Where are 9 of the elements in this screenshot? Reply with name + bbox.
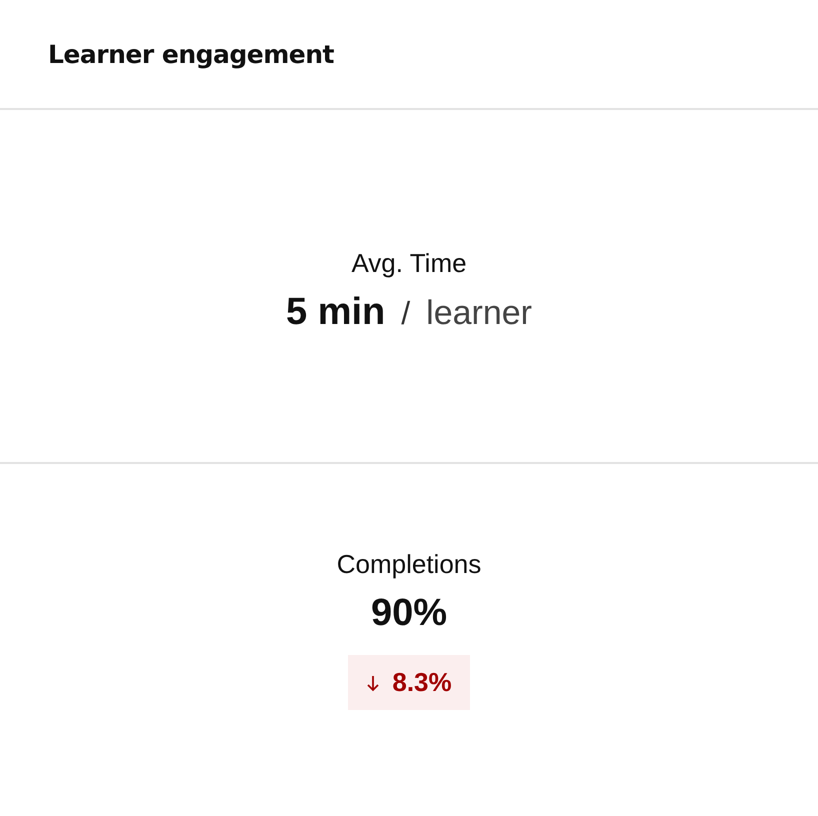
metric-unit: learner <box>426 294 532 333</box>
trend-badge: 8.3% <box>348 655 470 710</box>
metric-value: 90% <box>370 592 448 635</box>
separator: / <box>401 295 410 332</box>
card-title: Learner engagement <box>48 40 334 68</box>
arrow-icon <box>366 674 380 692</box>
metric-value: 5 min <box>286 291 386 334</box>
metric-label: Completions <box>336 549 482 580</box>
metric-label: Avg. Time <box>351 248 467 279</box>
